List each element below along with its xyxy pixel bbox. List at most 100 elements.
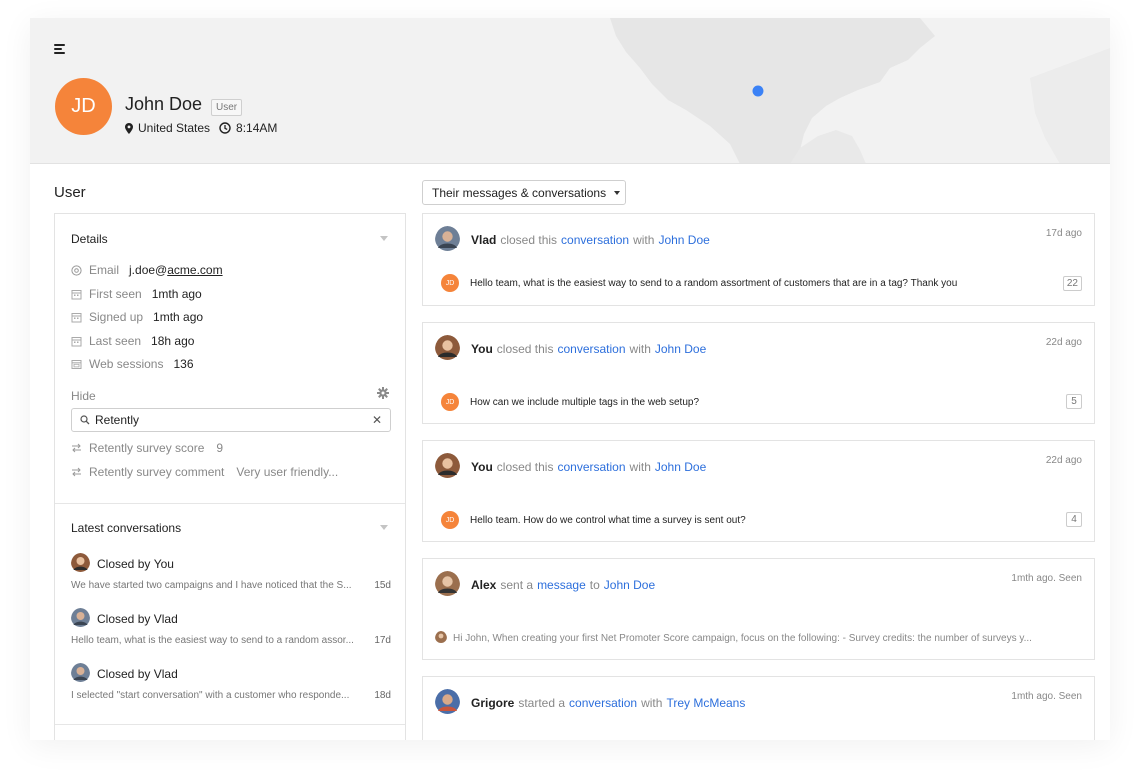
latest-conversations-title: Latest conversations (71, 521, 182, 535)
feed-age: 1mth ago. Seen (1011, 691, 1082, 702)
calendar-icon (71, 336, 82, 347)
clear-search-icon[interactable]: ✕ (372, 413, 382, 427)
user-link[interactable]: John Doe (658, 233, 709, 247)
attribute-search-input[interactable] (95, 413, 355, 427)
swap-icon (71, 467, 82, 477)
profile-header: JD John Doe User United States 8:14AM (30, 18, 1110, 164)
details-collapse-icon[interactable] (380, 236, 388, 241)
browser-icon (71, 359, 82, 370)
user-meta: United States 8:14AM (125, 121, 277, 135)
feed-verb: closed this (500, 233, 558, 247)
message-link[interactable]: message (537, 578, 586, 592)
avatar (435, 335, 460, 363)
gear-icon[interactable] (377, 387, 389, 399)
at-icon (71, 264, 82, 276)
clock-icon (219, 122, 231, 134)
feed-verb: closed this (496, 342, 554, 356)
feed-conjunction: with (633, 233, 655, 247)
feed-card[interactable]: You closed this conversation with John D… (422, 440, 1095, 542)
user-panel: Details Email j.doe@acme.com First seen … (54, 213, 406, 740)
latest-collapse-icon[interactable] (380, 525, 388, 530)
feed-message: JD Hello team, what is the easiest way t… (441, 274, 957, 292)
feed-card[interactable]: You closed this conversation with John D… (422, 322, 1095, 424)
attribute-value: 9 (216, 441, 224, 455)
feed-card[interactable]: Vlad closed this conversation with John … (422, 213, 1095, 306)
feed-verb: sent a (500, 578, 534, 592)
section-divider (55, 503, 405, 504)
details-title: Details (71, 232, 108, 246)
email-value[interactable]: j.doe@acme.com (129, 263, 223, 277)
conversation-item[interactable]: Closed by Vlad I selected "start convers… (71, 663, 391, 701)
conversation-age: 18d (374, 690, 391, 701)
detail-label: Last seen (89, 334, 142, 348)
location-dot (752, 85, 764, 97)
user-local-time: 8:14AM (236, 121, 278, 135)
user-link[interactable]: Trey McMeans (666, 696, 745, 710)
attribute-label: Retently survey comment (89, 465, 225, 479)
feed-age: 17d ago (1045, 228, 1082, 239)
conversation-link[interactable]: conversation (557, 342, 625, 356)
feed-message: JD Hello team. How do we control what ti… (441, 511, 746, 529)
conversation-snippet: I selected "start conversation" with a c… (71, 690, 350, 701)
user-location: United States (138, 121, 211, 135)
feed-verb: started a (518, 696, 566, 710)
conversation-link[interactable]: conversation (569, 696, 637, 710)
app-frame: JD John Doe User United States 8:14AM Us… (30, 18, 1110, 740)
search-icon (80, 415, 90, 425)
message-text: Hi John, When creating your first Net Pr… (453, 633, 1032, 644)
feed-message: Hi John, When creating your first Net Pr… (435, 631, 1078, 646)
conversation-item[interactable]: Closed by You We have started two campai… (71, 553, 391, 591)
conversation-age: 17d (374, 635, 391, 646)
feed-actor: Grigore (471, 696, 515, 710)
detail-first-seen: First seen 1mth ago (71, 287, 202, 301)
feed-actor: You (471, 342, 493, 356)
avatar (71, 663, 90, 685)
feed-conjunction: with (629, 342, 651, 356)
user-name: John Doe (125, 94, 203, 114)
attribute-value: Very user friendly... (236, 465, 339, 479)
feed-actor: Alex (471, 578, 497, 592)
location-pin-icon (125, 122, 133, 134)
avatar (435, 689, 460, 717)
hide-label[interactable]: Hide (71, 389, 96, 403)
conversation-status: Closed by (97, 557, 151, 571)
conversation-link[interactable]: conversation (561, 233, 629, 247)
feed-age: 1mth ago. Seen (1011, 573, 1082, 584)
feed-actor: You (471, 460, 493, 474)
conversation-snippet: We have started two campaigns and I have… (71, 580, 352, 591)
feed-filter-dropdown[interactable]: Their messages & conversations (422, 180, 626, 205)
swap-icon (71, 443, 82, 453)
conversation-link[interactable]: conversation (557, 460, 625, 474)
caret-down-icon (614, 190, 621, 195)
avatar (435, 226, 460, 254)
message-text: Hello team, what is the easiest way to s… (470, 277, 958, 289)
conversation-status: Closed by (97, 667, 151, 681)
conversation-item[interactable]: Closed by Vlad Hello team, what is the e… (71, 608, 391, 646)
feed-message: JD How can we include multiple tags in t… (441, 393, 699, 411)
detail-label: First seen (89, 287, 142, 301)
detail-signed-up: Signed up 1mth ago (71, 310, 203, 324)
detail-last-seen: Last seen 18h ago (71, 334, 194, 348)
message-text: How can we include multiple tags in the … (470, 396, 700, 408)
avatar (435, 571, 460, 599)
user-mini-avatar: JD (441, 393, 459, 411)
detail-label: Web sessions (89, 357, 164, 371)
feed-card[interactable]: Alex sent a message to John Doe 1mth ago… (422, 558, 1095, 660)
user-section-title: User (54, 184, 86, 201)
message-count-badge: 4 (1066, 512, 1082, 527)
conversation-closer: Vlad (153, 667, 178, 681)
attribute-row: Retently survey comment Very user friend… (71, 465, 338, 479)
calendar-icon (71, 289, 82, 300)
feed-conjunction: to (589, 578, 600, 592)
sender-mini-avatar (435, 631, 447, 646)
user-link[interactable]: John Doe (604, 578, 655, 592)
feed-card[interactable]: Grigore started a conversation with Trey… (422, 676, 1095, 740)
role-badge: User (211, 99, 243, 116)
hamburger-menu-icon[interactable] (54, 44, 66, 54)
user-link[interactable]: John Doe (655, 460, 706, 474)
message-text: Hello team. How do we control what time … (470, 514, 746, 526)
detail-label: Signed up (89, 310, 144, 324)
attribute-search: ✕ (71, 408, 391, 432)
avatar (71, 608, 90, 630)
user-link[interactable]: John Doe (655, 342, 706, 356)
